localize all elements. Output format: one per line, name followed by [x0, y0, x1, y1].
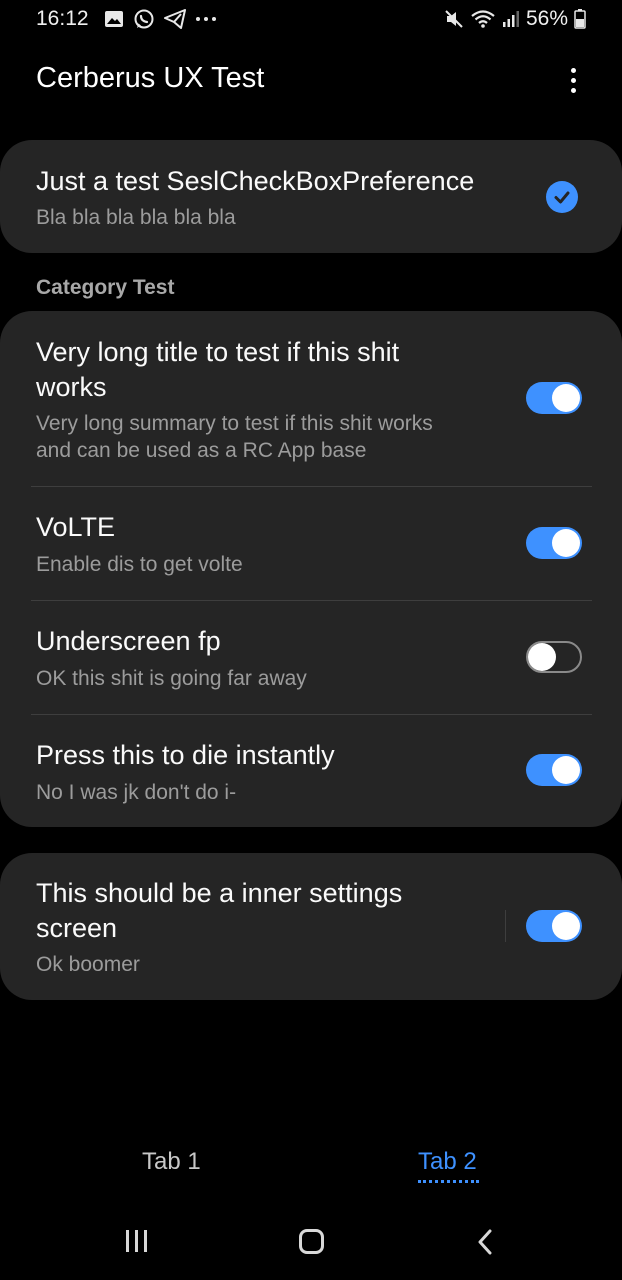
status-time: 16:12	[36, 7, 89, 30]
tab-2[interactable]: Tab 2	[418, 1148, 477, 1176]
battery-icon	[574, 9, 586, 29]
divider	[31, 600, 592, 601]
switch-knob	[552, 384, 580, 412]
gallery-icon	[105, 11, 123, 27]
tab-selected-indicator	[418, 1180, 479, 1183]
app-title: Cerberus UX Test	[36, 62, 265, 94]
divider	[31, 486, 592, 487]
switch-knob	[552, 756, 580, 784]
preference-summary: Very long summary to test if this shit w…	[36, 412, 433, 435]
preference-summary: OK this shit is going far away	[36, 667, 307, 690]
inner-settings-title: This should be a inner settings	[36, 878, 403, 908]
toggle-switch[interactable]	[526, 641, 582, 673]
checkmark-icon	[554, 191, 570, 204]
battery-percent: 56%	[525, 7, 568, 30]
more-notifications-icon	[196, 17, 216, 21]
divider	[31, 714, 592, 715]
preference-title: VoLTE	[36, 512, 116, 542]
switch-knob	[528, 643, 556, 671]
screen: 16:12 56% Cerberus UX Test Just a test S…	[0, 0, 622, 1280]
switch-knob	[552, 529, 580, 557]
system-icons: 56%	[444, 7, 586, 31]
checkbox[interactable]	[546, 181, 578, 213]
notification-icons	[104, 8, 217, 30]
home-icon[interactable]	[299, 1229, 324, 1254]
toggle-switch[interactable]	[526, 527, 582, 559]
preference-title: Very long title to test if this shit	[36, 337, 400, 367]
recents-icon[interactable]	[126, 1230, 147, 1252]
vertical-divider	[505, 910, 506, 942]
toggle-switch[interactable]	[526, 754, 582, 786]
inner-settings-summary: Ok boomer	[36, 953, 140, 976]
preference-summary-line2: and can be used as a RC App base	[36, 439, 367, 462]
switch-knob	[552, 912, 580, 940]
preference-title: Underscreen fp	[36, 626, 221, 656]
preference-summary: Enable dis to get volte	[36, 553, 243, 576]
wifi-icon	[471, 10, 495, 28]
toggle-switch[interactable]	[526, 382, 582, 414]
category-label: Category Test	[36, 276, 175, 299]
inner-settings-toggle-switch[interactable]	[526, 910, 582, 942]
checkbox-preference-summary: Bla bla bla bla bla bla	[36, 206, 236, 229]
status-bar: 16:12 56%	[0, 0, 622, 40]
mute-icon	[445, 10, 463, 28]
telegram-icon	[164, 9, 186, 29]
inner-settings-title-line2: screen	[36, 913, 118, 943]
whatsapp-icon	[134, 9, 154, 29]
more-options-icon[interactable]	[556, 62, 590, 98]
preference-title-line2: works	[36, 372, 107, 402]
preference-summary: No I was jk don't do i-	[36, 781, 237, 804]
back-icon[interactable]	[476, 1229, 494, 1255]
preference-title: Press this to die instantly	[36, 740, 335, 770]
tab-1[interactable]: Tab 1	[142, 1148, 201, 1176]
signal-icon	[502, 11, 519, 27]
checkbox-preference-title: Just a test SeslCheckBoxPreference	[36, 166, 475, 196]
